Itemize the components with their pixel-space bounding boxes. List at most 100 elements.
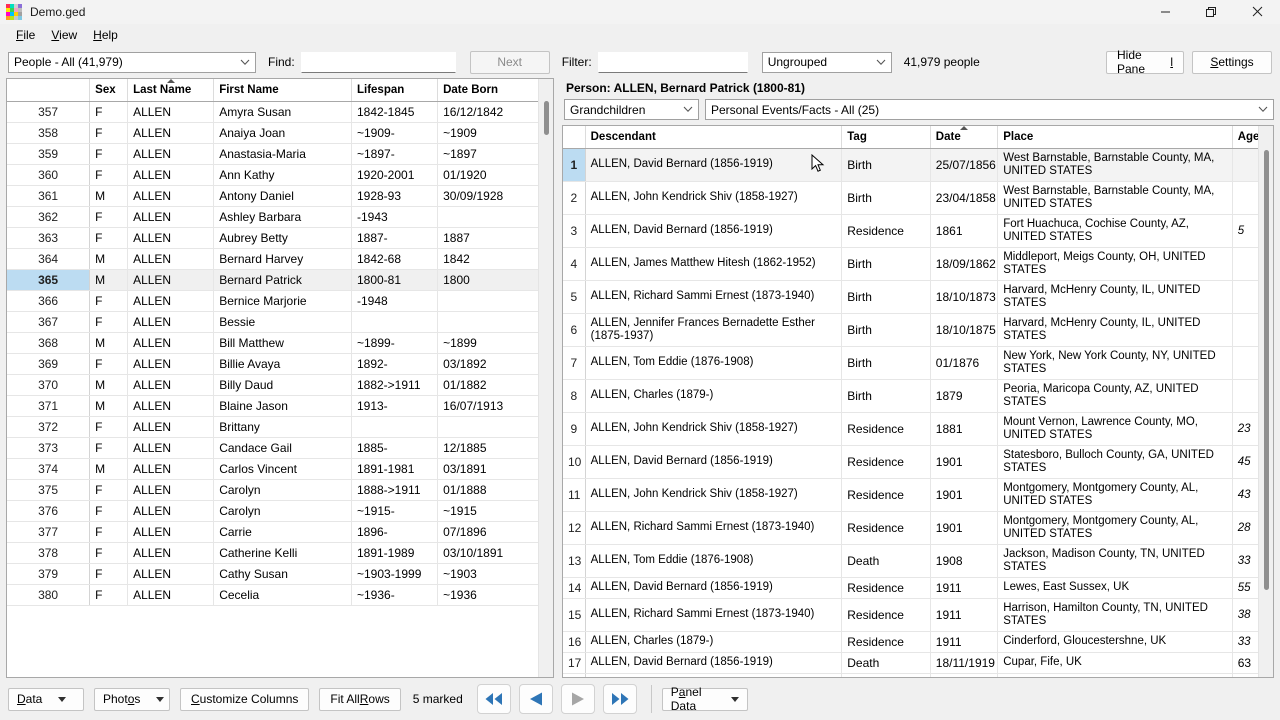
date-born-cell: 12/1885 <box>437 437 553 459</box>
date-born-cell <box>437 311 553 333</box>
row-number-cell: 17 <box>563 652 586 674</box>
column-header-events-rownum[interactable] <box>563 126 586 149</box>
table-row[interactable]: 6 ALLEN, Jennifer Frances Bernadette Esth… <box>563 313 1273 347</box>
sex-cell: F <box>89 122 129 144</box>
table-row[interactable]: 366 F ALLEN Bernice Marjorie -1948 <box>7 290 553 312</box>
skip-to-first-icon[interactable] <box>476 684 511 714</box>
table-row[interactable]: 362 F ALLEN Ashley Barbara -1943 <box>7 206 553 228</box>
place-cell: Mount Vernon, Lawrence County, MO, UNITE… <box>997 412 1233 446</box>
grouping-select[interactable]: Ungrouped <box>761 51 892 73</box>
column-header-date-born[interactable]: Date Born <box>437 79 553 102</box>
hide-panel-button[interactable]: Hide Pane l <box>1106 48 1184 76</box>
events-grid-scrollbar[interactable] <box>1258 126 1273 677</box>
close-icon[interactable] <box>1234 0 1280 24</box>
date-born-cell <box>437 290 553 312</box>
minimize-icon[interactable] <box>1142 0 1188 24</box>
table-row[interactable]: 2 ALLEN, John Kendrick Shiv (1858-1927) Bi… <box>563 181 1273 215</box>
table-row[interactable]: 375 F ALLEN Carolyn 1888->1911 01/1888 <box>7 479 553 501</box>
table-row[interactable]: 15 ALLEN, Richard Sammi Ernest (1873-1940… <box>563 598 1273 632</box>
previous-icon[interactable] <box>518 684 553 714</box>
table-row[interactable]: 5 ALLEN, Richard Sammi Ernest (1873-1940)… <box>563 280 1273 314</box>
table-row[interactable]: 358 F ALLEN Anaiya Joan ~1909- ~1909 <box>7 122 553 144</box>
table-row[interactable]: 379 F ALLEN Cathy Susan ~1903-1999 ~1903 <box>7 563 553 585</box>
column-header-tag[interactable]: Tag <box>841 126 931 149</box>
table-row[interactable]: 374 M ALLEN Carlos Vincent 1891-1981 03/1891 <box>7 458 553 480</box>
row-number-cell: 380 <box>7 584 91 606</box>
events-select[interactable]: Personal Events/Facts - All (25) <box>705 99 1274 120</box>
scrollbar-thumb[interactable] <box>1264 150 1269 590</box>
table-row[interactable]: 380 F ALLEN Cecelia ~1936- ~1936 <box>7 584 553 606</box>
table-row[interactable]: 364 M ALLEN Bernard Harvey 1842-68 1842 <box>7 248 553 270</box>
column-header-descendant[interactable]: Descendant <box>585 126 843 149</box>
table-row[interactable]: 377 F ALLEN Carrie 1896- 07/1896 <box>7 521 553 543</box>
table-row[interactable]: 373 F ALLEN Candace Gail 1885- 12/1885 <box>7 437 553 459</box>
maximize-icon[interactable] <box>1188 0 1234 24</box>
table-row[interactable]: 1 ALLEN, David Bernard (1856-1919) Birth 25… <box>563 148 1273 182</box>
play-icon[interactable] <box>560 684 595 714</box>
table-row[interactable]: 359 F ALLEN Anastasia-Maria ~1897- ~1897 <box>7 143 553 165</box>
tag-cell: Death <box>841 652 931 674</box>
settings-button[interactable]: Settings <box>1192 50 1272 74</box>
next-button[interactable]: Next <box>469 50 550 74</box>
column-header-place[interactable]: Place <box>997 126 1233 149</box>
table-row[interactable]: 8 ALLEN, Charles (1879-) Birth 1879 Peoria, … <box>563 379 1273 413</box>
menu-item-view[interactable]: View <box>43 26 85 44</box>
find-input[interactable] <box>300 51 456 73</box>
table-row[interactable]: 378 F ALLEN Catherine Kelli 1891-1989 03/10/1… <box>7 542 553 564</box>
first-name-cell: Bernice Marjorie <box>213 290 352 312</box>
table-row[interactable]: 369 F ALLEN Billie Avaya 1892- 03/1892 <box>7 353 553 375</box>
menu-item-help[interactable]: Help <box>85 26 126 44</box>
column-header-lifespan[interactable]: Lifespan <box>351 79 439 102</box>
column-header-sex[interactable]: Sex <box>89 79 129 102</box>
view-select[interactable]: People - All (41,979) <box>8 51 256 73</box>
table-row[interactable]: 16 ALLEN, Charles (1879-) Residence 1911 Cin… <box>563 631 1273 653</box>
table-row[interactable]: 371 M ALLEN Blaine Jason 1913- 16/07/1913 <box>7 395 553 417</box>
sex-cell: F <box>89 143 129 165</box>
column-header-date[interactable]: Date <box>930 126 999 149</box>
table-row[interactable]: 376 F ALLEN Carolyn ~1915- ~1915 <box>7 500 553 522</box>
table-row[interactable]: 372 F ALLEN Brittany <box>7 416 553 438</box>
photos-dropdown-button[interactable]: Photos <box>94 687 170 711</box>
scrollbar-thumb[interactable] <box>544 101 549 135</box>
table-row[interactable]: 357 F ALLEN Amyra Susan 1842-1845 16/12/1842 <box>7 101 553 123</box>
customize-columns-button[interactable]: Customize Columns <box>180 687 310 711</box>
menu-item-file[interactable]: File <box>8 26 43 44</box>
descendant-cell: ALLEN, Tom Eddie (1876-1908) <box>585 346 843 380</box>
last-name-cell: ALLEN <box>127 479 215 501</box>
table-row[interactable]: 367 F ALLEN Bessie <box>7 311 553 333</box>
table-row[interactable]: 368 M ALLEN Bill Matthew ~1899- ~1899 <box>7 332 553 354</box>
column-header-first-name[interactable]: First Name <box>213 79 352 102</box>
place-cell: Middleport, Meigs County, OH, UNITED STA… <box>997 247 1233 281</box>
relationship-select[interactable]: Grandchildren <box>564 99 699 120</box>
filter-input[interactable] <box>597 51 748 73</box>
table-row[interactable]: 363 F ALLEN Aubrey Betty 1887- 1887 <box>7 227 553 249</box>
table-row[interactable]: 9 ALLEN, John Kendrick Shiv (1858-1927) Re… <box>563 412 1273 446</box>
table-row[interactable]: 13 ALLEN, Tom Eddie (1876-1908) Death 1908 J… <box>563 544 1273 578</box>
skip-to-last-icon[interactable] <box>602 684 637 714</box>
table-row[interactable]: 365 M ALLEN Bernard Patrick 1800-81 1800 <box>7 269 553 291</box>
data-dropdown-button[interactable]: Data <box>8 687 84 711</box>
people-grid-scrollbar[interactable] <box>538 79 553 677</box>
column-header-last-name[interactable]: Last Name <box>127 79 215 102</box>
table-row[interactable]: 12 ALLEN, Richard Sammi Ernest (1873-1940… <box>563 511 1273 545</box>
table-row[interactable]: 4 ALLEN, James Matthew Hitesh (1862-1952)… <box>563 247 1273 281</box>
table-row[interactable]: 17 ALLEN, David Bernard (1856-1919) Death 1… <box>563 652 1273 674</box>
last-name-cell: ALLEN <box>127 122 215 144</box>
place-cell: Fort Huachuca, Cochise County, AZ, UNITE… <box>997 214 1233 248</box>
table-row[interactable]: 10 ALLEN, David Bernard (1856-1919) Reside… <box>563 445 1273 479</box>
table-row[interactable]: 11 ALLEN, John Kendrick Shiv (1858-1927) R… <box>563 478 1273 512</box>
date-born-cell: ~1909 <box>437 122 553 144</box>
table-row[interactable]: 360 F ALLEN Ann Kathy 1920-2001 01/1920 <box>7 164 553 186</box>
lifespan-cell: ~1915- <box>351 500 439 522</box>
fit-all-rows-button[interactable]: Fit All Rows <box>319 687 401 711</box>
column-header-rownum[interactable] <box>7 79 91 102</box>
table-row[interactable]: 370 M ALLEN Billy Daud 1882->1911 01/1882 <box>7 374 553 396</box>
table-row[interactable]: 361 M ALLEN Antony Daniel 1928-93 30/09/1928 <box>7 185 553 207</box>
table-row[interactable]: 3 ALLEN, David Bernard (1856-1919) Residen… <box>563 214 1273 248</box>
date-born-cell: 1800 <box>437 269 553 291</box>
table-row[interactable]: 14 ALLEN, David Bernard (1856-1919) Reside… <box>563 577 1273 599</box>
table-row[interactable]: 7 ALLEN, Tom Eddie (1876-1908) Birth 01/187… <box>563 346 1273 380</box>
last-name-cell: ALLEN <box>127 101 215 123</box>
sex-cell: F <box>89 500 129 522</box>
panel-data-dropdown-button[interactable]: Panel Data <box>661 685 748 713</box>
